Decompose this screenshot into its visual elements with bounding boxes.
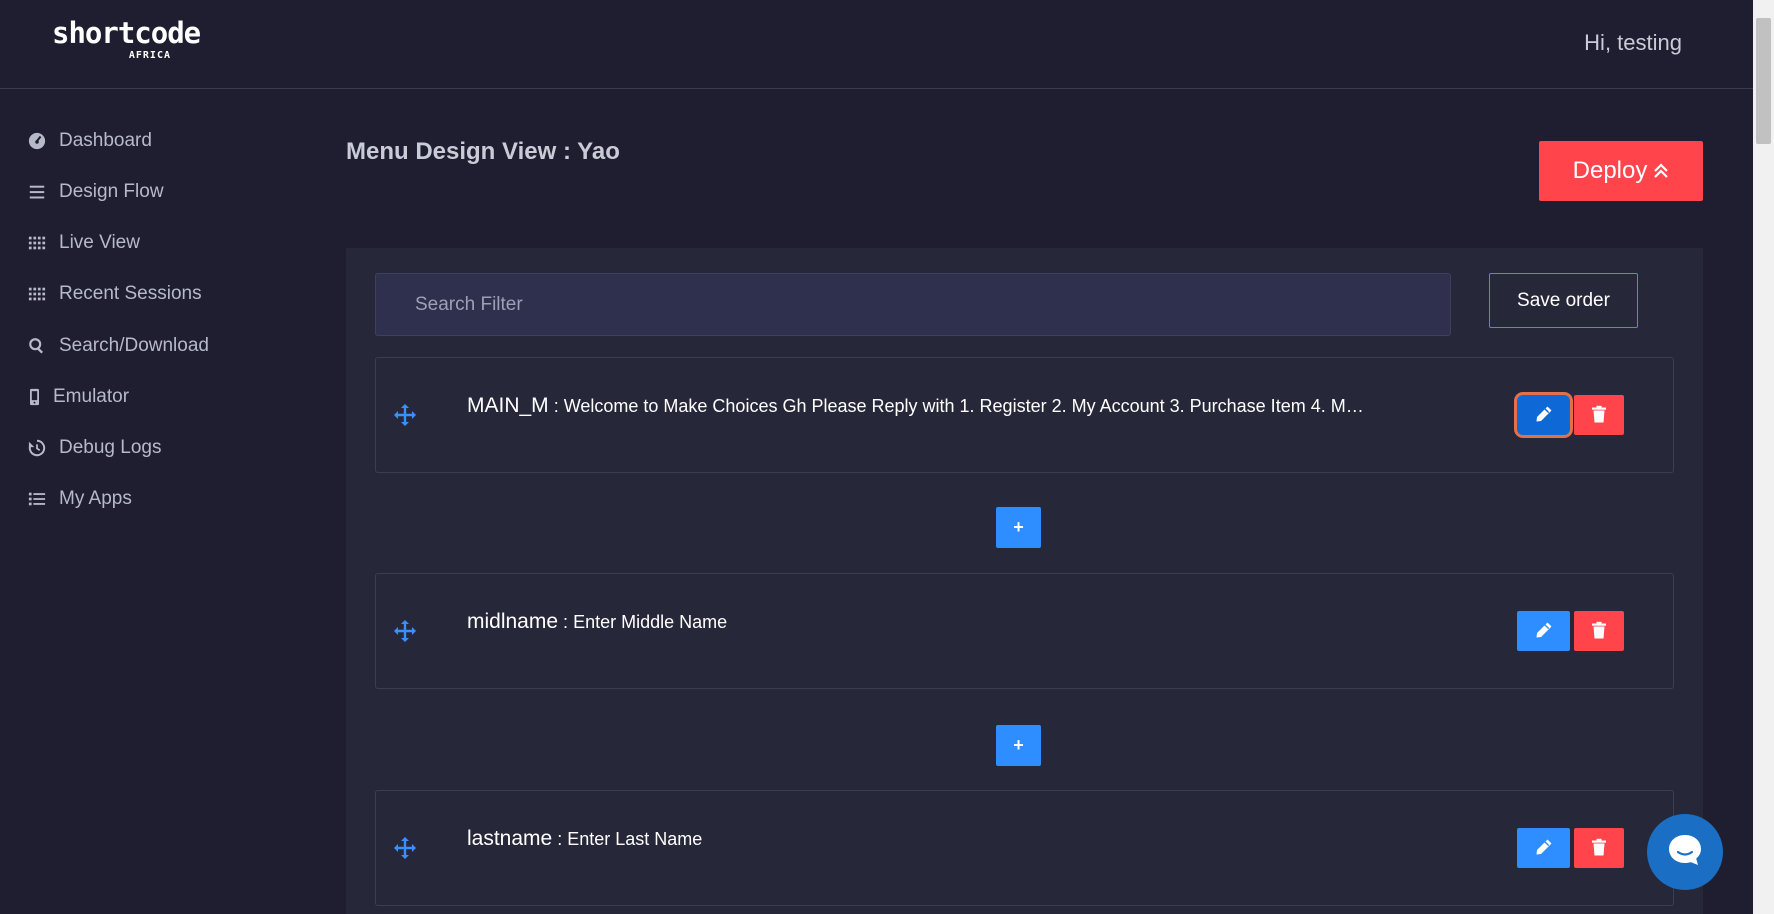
trash-icon — [1590, 405, 1608, 426]
sidebar-item-recent-sessions[interactable]: Recent Sessions — [27, 279, 202, 309]
add-menu-button[interactable]: + — [996, 507, 1041, 548]
grid-icon — [27, 284, 47, 304]
mobile-icon — [27, 387, 41, 407]
sidebar-item-label: Dashboard — [59, 130, 152, 151]
menu-name: midlname — [467, 610, 559, 633]
pencil-icon — [1535, 838, 1553, 859]
delete-menu-button[interactable] — [1574, 395, 1624, 435]
delete-menu-button[interactable] — [1574, 611, 1624, 651]
sidebar-item-label: Emulator — [53, 386, 130, 407]
menu-separator: : — [558, 612, 574, 632]
top-header: shortcode AFRICA Hi, testing — [0, 0, 1753, 89]
history-icon — [27, 438, 47, 458]
add-menu-button[interactable]: + — [996, 725, 1041, 766]
chat-widget-button[interactable] — [1647, 814, 1723, 890]
logo-text: shortcode — [52, 16, 201, 50]
save-order-button[interactable]: Save order — [1489, 273, 1638, 328]
trash-icon — [1590, 621, 1608, 642]
user-greeting[interactable]: Hi, testing — [1584, 30, 1682, 56]
sidebar-item-emulator[interactable]: Emulator — [27, 382, 129, 412]
shortcode-africa-logo[interactable]: shortcode AFRICA — [52, 16, 201, 64]
dashboard-icon — [27, 131, 47, 151]
menu-card: MAIN_M : Welcome to Make Choices Gh Plea… — [375, 357, 1674, 473]
sidebar-item-live-view[interactable]: Live View — [27, 228, 140, 258]
sidebar-item-dashboard[interactable]: Dashboard — [27, 126, 152, 156]
page-title: Menu Design View : Yao — [346, 138, 620, 165]
search-icon — [27, 336, 47, 356]
menu-name: MAIN_M — [467, 394, 549, 417]
edit-menu-button[interactable] — [1517, 611, 1570, 651]
delete-menu-button[interactable] — [1574, 828, 1624, 868]
edit-menu-button[interactable] — [1517, 395, 1570, 435]
move-handle-icon[interactable] — [394, 620, 416, 642]
sidebar-item-my-apps[interactable]: My Apps — [27, 484, 132, 514]
page-scrollbar[interactable] — [1753, 0, 1774, 914]
deploy-label: Deploy — [1572, 157, 1648, 184]
chat-bubble-icon — [1665, 830, 1705, 875]
menu-card: lastname : Enter Last Name — [375, 790, 1674, 906]
list-icon — [27, 489, 47, 509]
menu-name: lastname — [467, 827, 553, 850]
menu-card-text: MAIN_M : Welcome to Make Choices Gh Plea… — [467, 394, 1367, 418]
pencil-icon — [1535, 405, 1553, 426]
sidebar-item-label: My Apps — [59, 488, 132, 509]
sidebar-item-search-download[interactable]: Search/Download — [27, 331, 209, 361]
sidebar-item-label: Debug Logs — [59, 437, 162, 458]
logo-subtext: AFRICA — [128, 50, 171, 61]
sidebar-item-label: Search/Download — [59, 335, 209, 356]
menu-content: Enter Middle Name — [573, 612, 728, 632]
trash-icon — [1590, 838, 1608, 859]
sidebar-item-label: Live View — [59, 232, 140, 253]
double-chevron-up-icon — [1653, 157, 1669, 185]
bars-icon — [27, 182, 47, 202]
sidebar-item-label: Design Flow — [59, 181, 164, 202]
scrollbar-thumb[interactable] — [1756, 18, 1771, 144]
menu-content: Welcome to Make Choices Gh Please Reply … — [563, 396, 1367, 416]
menu-separator: : — [552, 829, 568, 849]
menu-content: Enter Last Name — [567, 829, 703, 849]
menu-card: midlname : Enter Middle Name — [375, 573, 1674, 689]
sidebar-item-debug-logs[interactable]: Debug Logs — [27, 433, 161, 463]
search-filter-input[interactable] — [375, 273, 1451, 336]
sidebar-item-design-flow[interactable]: Design Flow — [27, 177, 164, 207]
menu-card-text: lastname : Enter Last Name — [467, 827, 702, 851]
grid-icon — [27, 233, 47, 253]
move-handle-icon[interactable] — [394, 404, 416, 426]
sidebar-item-label: Recent Sessions — [59, 283, 202, 304]
pencil-icon — [1535, 621, 1553, 642]
move-handle-icon[interactable] — [394, 837, 416, 859]
deploy-button[interactable]: Deploy — [1539, 141, 1703, 201]
edit-menu-button[interactable] — [1517, 828, 1570, 868]
menu-card-text: midlname : Enter Middle Name — [467, 610, 727, 634]
menu-separator: : — [548, 396, 564, 416]
